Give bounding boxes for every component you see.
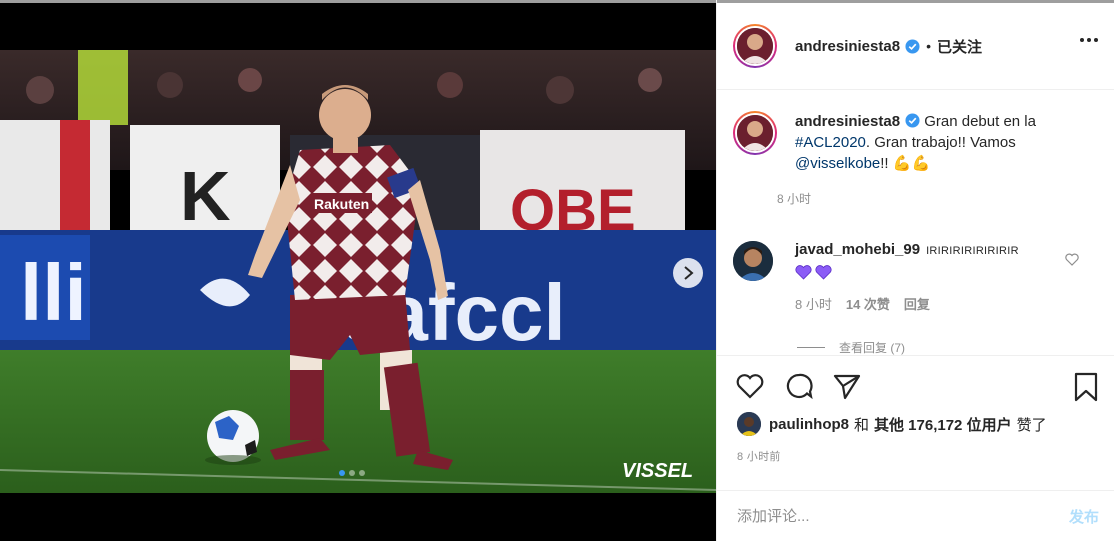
vissel-watermark: VISSEL [622, 460, 693, 482]
caption-avatar-image [737, 115, 773, 151]
commenter-avatar-image [733, 241, 773, 281]
commenter-username[interactable]: javad_mohebi_99 [795, 241, 920, 258]
next-slide-button[interactable] [673, 258, 703, 288]
author-avatar-image [737, 28, 773, 64]
purple-heart-icon [795, 265, 812, 280]
likes-and: 和 [854, 416, 870, 434]
comment-text: IRIRIRIRIRIRIRIR [926, 245, 1019, 257]
likes-summary: paulinhop8 和 其他 176,172 位用户 赞了 [737, 412, 1047, 436]
view-replies-label: 查看回复 (7) [839, 341, 906, 355]
post-header: andresiniesta8 • 已关注 [717, 3, 1114, 90]
slide-dot-1 [339, 470, 345, 476]
chevron-right-icon [684, 266, 694, 280]
separator-dot: • [926, 38, 931, 54]
banner-letter: K [180, 157, 231, 235]
post-photo[interactable]: K OBE lli heafccl Rakuten VISSEL [0, 50, 716, 493]
comment-input[interactable] [737, 507, 1069, 525]
add-comment-bar: 发布 [717, 490, 1114, 541]
save-bookmark-icon[interactable] [1073, 372, 1099, 402]
flexed-biceps-emoji: 💪💪 [892, 155, 931, 172]
svg-text:lli: lli [20, 248, 87, 337]
post-timestamp: 8 小时前 [737, 451, 781, 463]
post-comment-button[interactable]: 发布 [1069, 506, 1099, 527]
view-replies-button[interactable]: 查看回复 (7) [797, 339, 905, 355]
comments-area[interactable]: andresiniesta8 Gran debut en la #ACL2020… [717, 91, 1114, 355]
caption-body-1: Gran debut en la [924, 113, 1036, 130]
caption-time: 8 小时 [777, 192, 812, 206]
post-media: K OBE lli heafccl Rakuten VISSEL [0, 0, 716, 541]
caption-body-2: . Gran trabajo!! Vamos [865, 134, 1016, 151]
comment-likes[interactable]: 14 次赞 [846, 294, 890, 313]
photo-illustration: K OBE lli heafccl Rakuten VISSEL [0, 50, 716, 493]
following-button[interactable]: 已关注 [937, 36, 982, 57]
comment-emoji [795, 265, 1019, 280]
like-heart-icon[interactable] [735, 372, 765, 400]
more-options-icon[interactable] [1079, 37, 1099, 43]
post-actions: paulinhop8 和 其他 176,172 位用户 赞了 8 小时前 [717, 355, 1114, 490]
caption-avatar[interactable] [733, 111, 777, 155]
liker-avatar[interactable] [737, 412, 761, 436]
top-divider [0, 0, 716, 3]
caption-username[interactable]: andresiniesta8 [795, 113, 900, 130]
comment-like-heart-icon[interactable] [1065, 253, 1079, 266]
verified-badge-icon [905, 38, 920, 54]
post-caption: andresiniesta8 Gran debut en la #ACL2020… [733, 111, 1075, 207]
liked-suffix: 赞了 [1016, 416, 1047, 434]
comment-icon[interactable] [784, 372, 814, 400]
share-direct-icon[interactable] [832, 372, 862, 400]
author-avatar[interactable] [733, 24, 777, 68]
author-username[interactable]: andresiniesta8 [795, 38, 900, 55]
jersey-sponsor: Rakuten [314, 196, 369, 212]
slide-dot-2 [349, 470, 355, 476]
replies-line [797, 347, 825, 348]
hashtag-link[interactable]: #ACL2020 [795, 134, 866, 151]
comment-meta: 8 小时 14 次赞 回复 [795, 294, 1019, 313]
comment-time: 8 小时 [795, 297, 832, 312]
liker-avatar-image [737, 412, 761, 436]
comment-item: javad_mohebi_99 IRIRIRIRIRIRIRIR 8 小时 14 … [733, 241, 1019, 313]
liker-username[interactable]: paulinhop8 [769, 416, 849, 433]
post-details-panel: andresiniesta8 • 已关注 andresiniesta8 Gran… [716, 0, 1114, 541]
verified-badge-icon [905, 113, 920, 128]
others-likes-count[interactable]: 其他 176,172 位用户 [874, 414, 1012, 435]
reply-button[interactable]: 回复 [904, 294, 930, 313]
caption-body-3: !! [880, 155, 889, 172]
slide-dot-3 [359, 470, 365, 476]
slide-indicator [339, 470, 365, 476]
purple-heart-icon [815, 265, 832, 280]
mention-link[interactable]: @visselkobe [795, 155, 880, 172]
commenter-avatar[interactable] [733, 241, 773, 281]
caption-text: andresiniesta8 Gran debut en la #ACL2020… [795, 111, 1075, 174]
